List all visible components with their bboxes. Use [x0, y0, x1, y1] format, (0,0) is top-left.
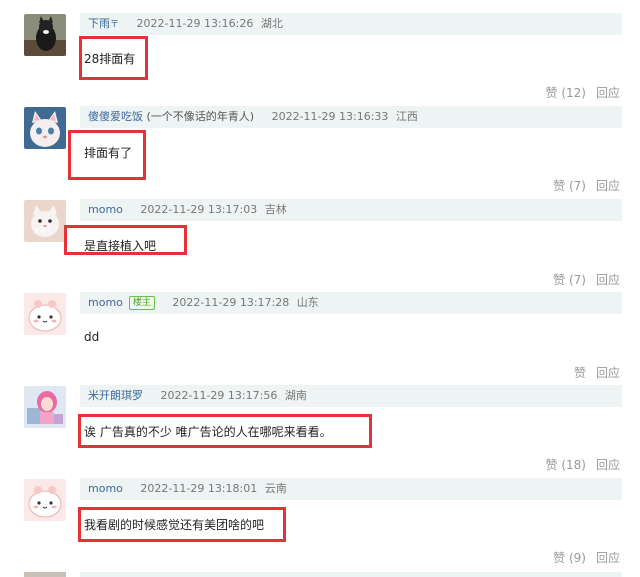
reply-button[interactable]: 回应: [596, 86, 620, 100]
user-note: (一个不像话的年青人): [146, 110, 255, 123]
username-link[interactable]: momo: [88, 482, 123, 495]
username-link[interactable]: 傻傻爱吃饭: [88, 110, 143, 123]
comment-actions: 赞 (9) 回应: [553, 549, 620, 566]
comment-time: 2022-11-29 13:17:56: [160, 389, 278, 402]
avatar[interactable]: [24, 107, 66, 149]
comment-actions: 赞回应: [574, 364, 620, 381]
avatar[interactable]: [24, 14, 66, 56]
like-button[interactable]: 赞: [574, 366, 586, 380]
comment-region: 山东: [296, 296, 319, 309]
comment-time: 2022-11-29 13:18:01: [140, 482, 258, 495]
highlight-box: [79, 36, 148, 80]
comment-time: 2022-11-29 13:16:33: [271, 110, 389, 123]
comment-time: 2022-11-29 13:17:03: [140, 203, 258, 216]
username-link[interactable]: momo: [88, 203, 123, 216]
username-link[interactable]: 米开朗琪罗: [88, 389, 143, 402]
comment-meta: momo 2022-11-29 13:18:01 云南: [80, 478, 622, 500]
comment-meta: momo 2022-11-29 13:17:03 吉林: [80, 199, 622, 221]
comment-time: 2022-11-29 13:16:26: [136, 17, 254, 30]
comment-region: 云南: [264, 482, 287, 495]
op-badge: 楼主: [128, 296, 155, 310]
highlight-box: [64, 225, 187, 255]
reply-button[interactable]: 回应: [596, 458, 620, 472]
comment-text: dd: [84, 330, 100, 344]
comment-meta: 傻傻爱吃饭 (一个不像话的年青人) 2022-11-29 13:16:33 江西: [80, 106, 622, 128]
user-mark-icon: 〒: [110, 20, 120, 30]
comment-time: 2022-11-29 13:17:28: [172, 296, 290, 309]
reply-button[interactable]: 回应: [596, 551, 620, 565]
avatar[interactable]: [24, 293, 66, 335]
highlight-box: [78, 507, 286, 542]
comment-actions: 赞 (7) 回应: [553, 177, 620, 194]
reply-button[interactable]: 回应: [596, 179, 620, 193]
comment-actions: 赞 (18) 回应: [546, 456, 620, 473]
username-link[interactable]: momo: [88, 296, 123, 309]
like-button[interactable]: 赞 (12): [546, 86, 586, 100]
comment-meta: [80, 572, 622, 577]
avatar[interactable]: [24, 386, 66, 428]
comment-meta: 米开朗琪罗 2022-11-29 13:17:56 湖南: [80, 385, 622, 407]
reply-button[interactable]: 回应: [596, 366, 620, 380]
like-button[interactable]: 赞 (7): [553, 273, 586, 287]
like-button[interactable]: 赞 (7): [553, 179, 586, 193]
avatar[interactable]: 大哥！: [24, 200, 66, 242]
highlight-box: [68, 130, 146, 180]
highlight-box: [78, 414, 372, 448]
comment-region: 江西: [395, 110, 418, 123]
comment-actions: 赞 (7) 回应: [553, 271, 620, 288]
avatar: [24, 572, 66, 577]
like-button[interactable]: 赞 (18): [546, 458, 586, 472]
username-link[interactable]: 下雨: [88, 17, 110, 30]
avatar-caption: 大哥！: [33, 227, 54, 235]
reply-button[interactable]: 回应: [596, 273, 620, 287]
comment-actions: 赞 (12) 回应: [546, 84, 620, 101]
comment-region: 吉林: [264, 203, 287, 216]
comment-meta: momo 楼主 2022-11-29 13:17:28 山东: [80, 292, 622, 314]
comment-region: 湖南: [284, 389, 307, 402]
comment-region: 湖北: [260, 17, 283, 30]
comment-meta: 下雨〒 2022-11-29 13:16:26 湖北: [80, 13, 622, 35]
like-button[interactable]: 赞 (9): [553, 551, 586, 565]
avatar[interactable]: [24, 479, 66, 521]
